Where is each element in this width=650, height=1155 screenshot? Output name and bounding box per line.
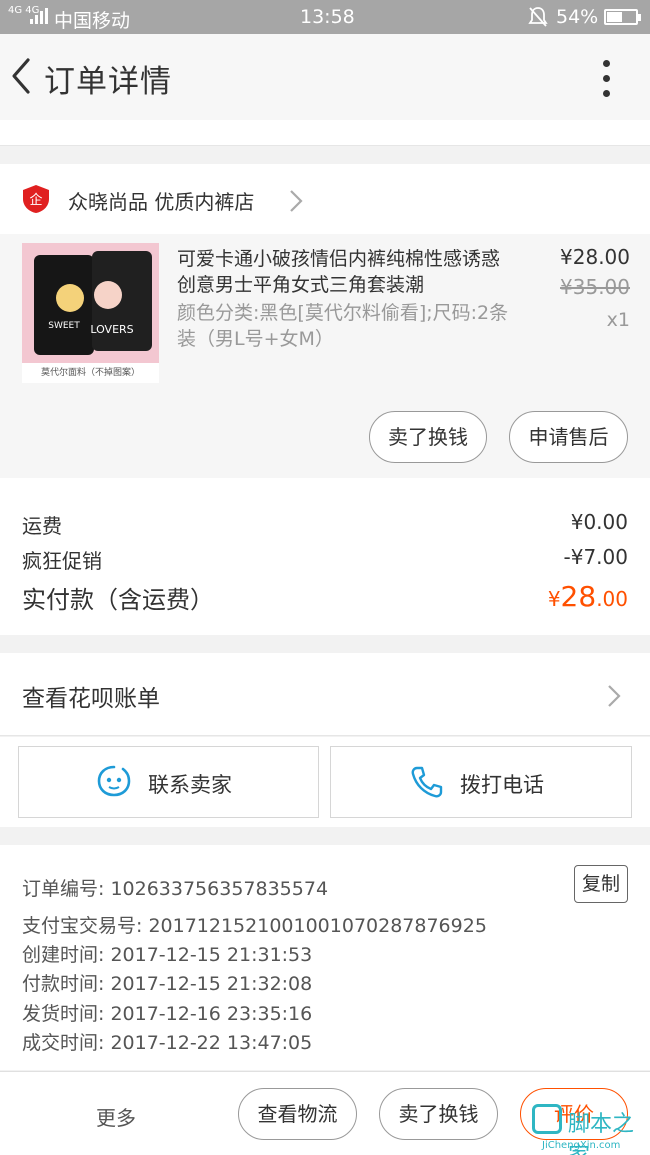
shop-name: 众晓尚品 优质内裤店 bbox=[68, 190, 255, 214]
product-spec: 颜色分类:黑色[莫代尔料偷看];尺码:2条装（男L号+女M） bbox=[177, 302, 509, 350]
huabei-bill-row[interactable]: 查看花呗账单 bbox=[0, 653, 650, 736]
total-row: 实付款（含运费） ¥28.00 bbox=[22, 580, 628, 615]
call-phone-label: 拨打电话 bbox=[460, 773, 544, 797]
thumbnail-text-lovers: LOVERS bbox=[90, 323, 133, 336]
total-decimal: .00 bbox=[596, 587, 628, 611]
shipping-label: 运费 bbox=[22, 514, 62, 538]
scrolled-content-edge bbox=[0, 120, 650, 146]
product-title[interactable]: 可爱卡通小破孩情侣内裤纯棉性感诱惑创意男士平角女式三角套装潮 bbox=[177, 246, 517, 298]
nav-bar: 订单详情 bbox=[0, 34, 650, 120]
total-value: ¥28.00 bbox=[548, 580, 628, 613]
thumbnail-text-sweet: SWEET bbox=[48, 321, 80, 331]
alipay-trade-number: 支付宝交易号: 2017121521001001070287876925 bbox=[22, 915, 487, 937]
product-original-price: ¥35.00 bbox=[560, 275, 630, 299]
site-watermark: 脚本之家 JiChengXin.com bbox=[532, 1102, 648, 1155]
copy-order-number-button[interactable]: 复制 bbox=[574, 865, 628, 903]
paid-time: 付款时间: 2017-12-15 21:32:08 bbox=[22, 973, 313, 995]
signal-strength-icon bbox=[30, 8, 48, 24]
product-quantity: x1 bbox=[606, 309, 630, 331]
completed-time: 成交时间: 2017-12-22 13:47:05 bbox=[22, 1032, 313, 1054]
shop-badge-icon: 企 bbox=[22, 184, 50, 214]
product-price: ¥28.00 bbox=[560, 245, 630, 269]
total-label: 实付款（含运费） bbox=[22, 586, 214, 614]
more-options-icon[interactable] bbox=[592, 56, 622, 100]
order-number: 订单编号: 102633756357835574 bbox=[22, 878, 329, 900]
after-sale-button[interactable]: 申请售后 bbox=[509, 411, 628, 463]
battery-percent: 54% bbox=[556, 6, 599, 28]
promo-value: -¥7.00 bbox=[563, 545, 628, 569]
chevron-right-icon bbox=[606, 683, 622, 713]
resell-bottom-button[interactable]: 卖了换钱 bbox=[379, 1088, 498, 1140]
fee-summary: 运费 ¥0.00 疯狂促销 -¥7.00 实付款（含运费） ¥28.00 bbox=[0, 478, 650, 635]
battery-icon bbox=[604, 9, 641, 25]
more-button[interactable]: 更多 bbox=[96, 1102, 136, 1131]
watermark-url: JiChengXin.com bbox=[542, 1140, 621, 1151]
promo-row: 疯狂促销 -¥7.00 bbox=[22, 545, 628, 574]
shop-header[interactable]: 企 众晓尚品 优质内裤店 bbox=[0, 164, 650, 234]
chevron-right-icon bbox=[288, 188, 304, 218]
product-thumbnail[interactable]: SWEET LOVERS 莫代尔面料（不掉图案） bbox=[22, 243, 159, 383]
phone-icon bbox=[409, 764, 445, 804]
contact-seller-button[interactable]: 联系卖家 bbox=[18, 746, 319, 818]
contact-seller-label: 联系卖家 bbox=[148, 773, 232, 797]
shipping-value: ¥0.00 bbox=[570, 510, 628, 534]
status-time: 13:58 bbox=[300, 6, 355, 28]
huabei-label: 查看花呗账单 bbox=[22, 686, 160, 712]
shipping-row: 运费 ¥0.00 bbox=[22, 510, 628, 539]
chat-bubble-icon bbox=[96, 764, 132, 804]
thumbnail-caption: 莫代尔面料（不掉图案） bbox=[22, 363, 159, 383]
svg-text:企: 企 bbox=[29, 192, 42, 208]
watermark-logo-icon bbox=[532, 1104, 562, 1134]
shipped-time: 发货时间: 2017-12-16 23:35:16 bbox=[22, 1003, 313, 1025]
call-phone-button[interactable]: 拨打电话 bbox=[330, 746, 632, 818]
back-arrow-icon[interactable] bbox=[6, 56, 36, 96]
status-bar: 4G 4G 中国移动 13:58 54% bbox=[0, 0, 650, 34]
promo-label: 疯狂促销 bbox=[22, 549, 102, 573]
contact-section: 联系卖家 拨打电话 bbox=[0, 737, 650, 827]
view-logistics-button[interactable]: 查看物流 bbox=[238, 1088, 357, 1140]
total-currency: ¥ bbox=[547, 587, 561, 611]
mute-bell-icon bbox=[528, 6, 548, 33]
order-item[interactable]: SWEET LOVERS 莫代尔面料（不掉图案） 可爱卡通小破孩情侣内裤纯棉性感… bbox=[0, 234, 650, 478]
order-info: 订单编号: 102633756357835574 复制 支付宝交易号: 2017… bbox=[0, 845, 650, 1070]
carrier-name: 中国移动 bbox=[54, 10, 131, 32]
page-title: 订单详情 bbox=[44, 64, 172, 100]
created-time: 创建时间: 2017-12-15 21:31:53 bbox=[22, 944, 313, 966]
resell-button[interactable]: 卖了换钱 bbox=[369, 411, 487, 463]
total-integer: 28 bbox=[560, 580, 597, 613]
